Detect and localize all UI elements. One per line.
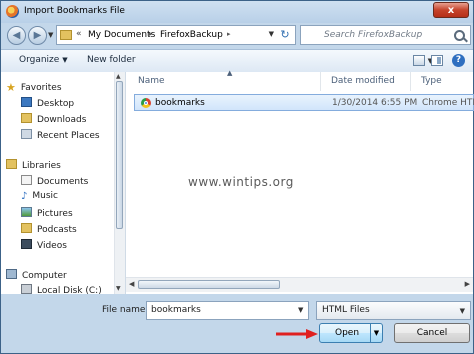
nav-music[interactable]: ♪ Music [21,191,58,202]
folder-icon [60,30,72,40]
help-icon[interactable]: ? [452,54,465,67]
nav-downloads[interactable]: Downloads [21,113,86,125]
nav-local-disk[interactable]: Local Disk (C:) [21,284,102,294]
pictures-icon [21,207,32,217]
preview-pane-icon[interactable] [431,55,443,66]
nav-label: Videos [37,241,67,251]
music-icon: ♪ [21,191,28,202]
file-type-select[interactable]: HTML Files ▼ [316,301,471,320]
nav-videos[interactable]: Videos [21,239,67,251]
open-button[interactable]: Open ▼ [319,323,383,343]
nav-scrollbar[interactable]: ▲ ▼ [114,72,125,294]
nav-label: Pictures [37,209,73,219]
file-name-dropdown-icon[interactable]: ▼ [298,306,303,314]
nav-label: Desktop [37,99,75,109]
command-bar: Organize ▼ New folder ▼ ? [1,49,473,73]
nav-label: Music [32,191,58,201]
nav-label: Computer [22,271,67,281]
cancel-button[interactable]: Cancel [394,323,470,343]
breadcrumb-separator-icon[interactable]: ▸ [227,30,231,38]
documents-icon [21,175,32,185]
nav-label: Downloads [37,115,87,125]
file-row-bookmarks[interactable]: bookmarks 1/30/2014 6:55 PM Chrome HTM [134,94,474,111]
breadcrumb-separator-icon[interactable]: ▸ [149,30,153,38]
nav-scroll-thumb[interactable] [116,81,123,229]
nav-libraries[interactable]: Libraries [6,159,61,171]
podcasts-icon [21,223,32,233]
nav-podcasts[interactable]: Podcasts [21,223,77,235]
nav-desktop[interactable]: Desktop [21,97,74,109]
new-folder-button[interactable]: New folder [87,55,136,65]
drive-icon [21,284,32,294]
file-type: Chrome HTM [422,98,474,108]
address-overflow-chevron[interactable]: « [76,29,82,39]
scroll-down-icon[interactable]: ▼ [116,285,121,292]
downloads-icon [21,113,32,123]
title-bar: Import Bookmarks File x [1,1,473,23]
file-date: 1/30/2014 6:55 PM [332,98,418,108]
firefox-icon [6,5,19,18]
scroll-up-icon[interactable]: ▲ [116,73,121,80]
scroll-left-icon[interactable]: ◀ [129,280,134,288]
address-dropdown-icon[interactable]: ▼ [269,30,274,38]
recent-pages-dropdown-icon[interactable]: ▼ [48,31,53,39]
file-name-field[interactable]: bookmarks [146,301,309,320]
computer-icon [6,269,17,279]
nav-pictures[interactable]: Pictures [21,207,73,219]
chevron-down-icon: ▼ [459,307,465,315]
recent-places-icon [21,129,32,139]
search-placeholder: Search FirefoxBackup [324,30,423,40]
chevron-down-icon: ▼ [62,56,68,64]
search-icon[interactable] [454,30,465,41]
search-input[interactable]: Search FirefoxBackup [300,25,471,45]
nav-label: Podcasts [37,225,77,235]
nav-label: Favorites [20,83,62,93]
close-button[interactable]: x [433,2,469,18]
refresh-icon[interactable]: ↻ [277,27,293,43]
nav-label: Recent Places [37,131,100,141]
address-bar[interactable]: « My Documents ▸ FirefoxBackup ▸ ▼ ↻ [56,25,296,45]
column-label: Date modified [331,76,395,86]
chrome-icon [141,98,151,108]
nav-documents[interactable]: Documents [21,175,88,187]
navigation-pane: ★ Favorites Desktop Downloads Recent Plac… [1,72,126,294]
libraries-icon [6,159,17,169]
sort-ascending-icon: ▲ [227,69,233,77]
watermark-text: www.wintips.org [188,175,294,189]
videos-icon [21,239,32,249]
file-name-label: File name: [102,305,149,315]
import-bookmarks-dialog: Import Bookmarks File x ◀ ▶ ▼ « My Docum… [0,0,474,354]
column-label: Name [138,76,165,86]
breadcrumb-firefoxbackup[interactable]: FirefoxBackup [160,30,223,40]
nav-recent-places[interactable]: Recent Places [21,129,100,141]
file-name: bookmarks [155,98,205,108]
horizontal-scrollbar[interactable]: ◀ ▶ [126,277,473,292]
file-list: ▲ Name Date modified Type bookmarks 1/30/… [126,69,474,294]
horizontal-scroll-thumb[interactable] [138,280,280,289]
open-options-dropdown-icon[interactable]: ▼ [370,324,382,342]
nav-favorites[interactable]: ★ Favorites [6,81,62,94]
organize-button[interactable]: Organize ▼ [19,55,68,65]
column-header-type[interactable]: Type [411,72,473,91]
forward-button[interactable]: ▶ [28,26,47,45]
back-button[interactable]: ◀ [7,26,26,45]
star-icon: ★ [6,81,16,94]
nav-label: Libraries [22,161,61,171]
red-arrow-annotation [276,329,318,339]
nav-label: Documents [37,177,89,187]
column-label: Type [421,76,442,86]
scroll-right-icon[interactable]: ▶ [465,280,470,288]
file-type-selected: HTML Files [322,305,370,315]
column-header-name[interactable]: ▲ Name [126,69,321,91]
column-header-date[interactable]: Date modified [321,72,411,91]
window-title: Import Bookmarks File [24,6,125,16]
organize-label: Organize [19,55,60,65]
breadcrumb-my-documents[interactable]: My Documents [88,30,155,40]
change-view-icon[interactable] [413,55,425,66]
nav-label: Local Disk (C:) [37,286,102,294]
open-label: Open [335,328,360,338]
desktop-icon [21,97,32,107]
nav-computer[interactable]: Computer [6,269,67,281]
